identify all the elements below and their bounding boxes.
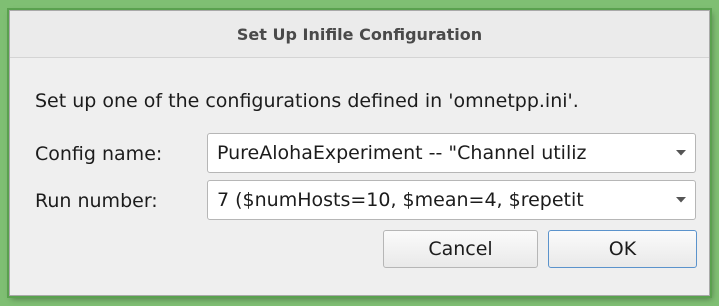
chevron-down-icon[interactable] <box>667 196 695 204</box>
dialog-description: Set up one of the configurations defined… <box>35 90 579 112</box>
ok-button[interactable]: OK <box>548 230 697 268</box>
dialog-title: Set Up Inifile Configuration <box>236 24 483 44</box>
chevron-down-icon[interactable] <box>667 149 695 157</box>
setup-inifile-dialog: Set Up Inifile Configuration Set up one … <box>9 10 710 296</box>
config-name-combobox[interactable]: PureAlohaExperiment -- "Channel utiliz <box>207 133 696 173</box>
run-number-value: 7 ($numHosts=10, $mean=4, $repetit <box>217 189 584 211</box>
config-name-label: Config name: <box>35 143 163 165</box>
dialog-titlebar[interactable]: Set Up Inifile Configuration <box>10 11 709 58</box>
cancel-button[interactable]: Cancel <box>383 230 538 268</box>
config-name-value: PureAlohaExperiment -- "Channel utiliz <box>217 142 587 164</box>
run-number-label: Run number: <box>35 190 158 212</box>
run-number-combobox[interactable]: 7 ($numHosts=10, $mean=4, $repetit <box>207 180 696 220</box>
